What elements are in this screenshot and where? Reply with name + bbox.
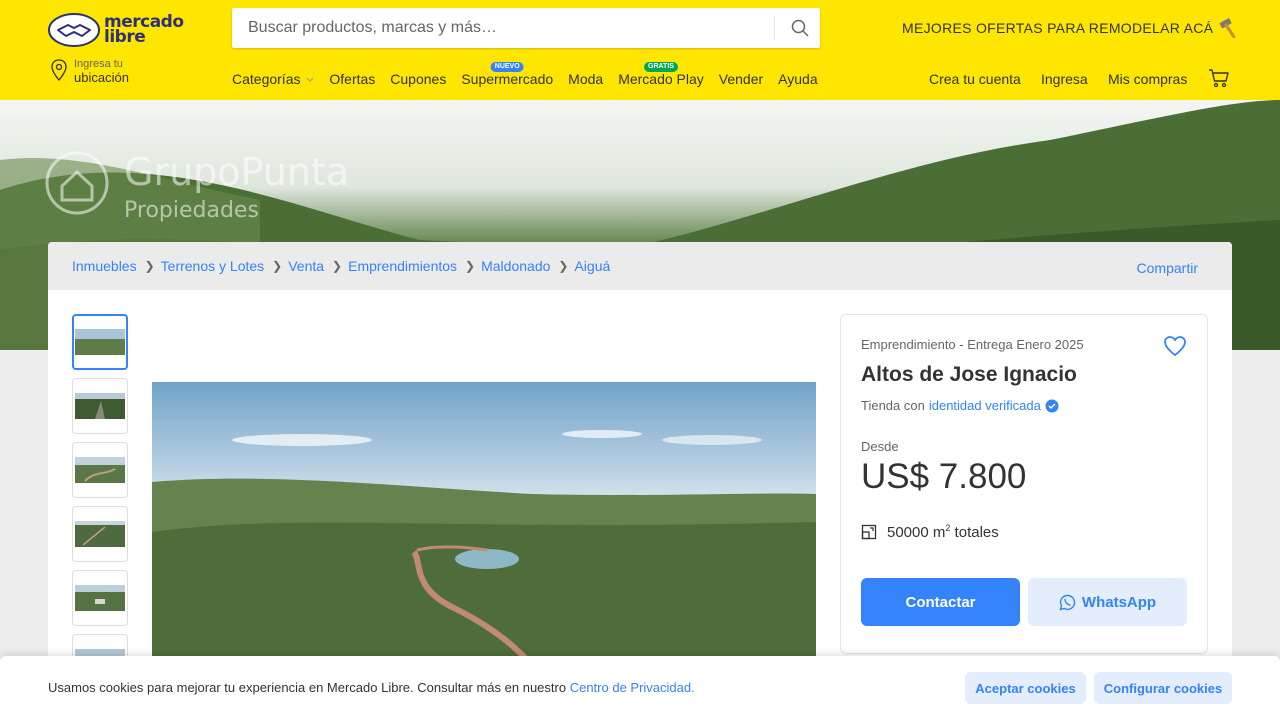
nuevo-badge: NUEVO [490,62,524,72]
chevron-down-icon [307,77,314,83]
watermark-title: GrupoPunta [124,150,350,194]
chevron-right-icon: ❯ [332,259,343,273]
gallery-thumbnails [72,314,128,698]
cart-button[interactable] [1208,68,1230,93]
listing-info-panel: Emprendimiento - Entrega Enero 2025 Alto… [840,314,1208,654]
mercadolibre-logo[interactable]: mercado libre [48,10,188,50]
location-hint: Ingresa tu [74,58,123,70]
listing-title: Altos de Jose Ignacio [861,363,1077,386]
login-link[interactable]: Ingresa [1041,71,1088,87]
logo-text: mercado libre [104,12,184,47]
search-button[interactable] [780,8,820,48]
create-account-link[interactable]: Crea tu cuenta [929,71,1021,87]
nav-ayuda[interactable]: Ayuda [778,71,817,87]
area-text: 50000 m2 totales [887,523,999,541]
cookie-banner: Usamos cookies para mejorar tu experienc… [0,656,1280,720]
total-area: 50000 m2 totales [861,523,999,541]
location-label: ubicación [74,70,129,85]
breadcrumb-maldonado[interactable]: Maldonado [481,258,550,274]
breadcrumb-aigua[interactable]: Aiguá [574,258,610,274]
search-bar [232,8,820,48]
breadcrumb: Inmuebles ❯ Terrenos y Lotes ❯ Venta ❯ E… [48,242,1232,290]
search-icon [791,19,809,37]
whatsapp-label: WhatsApp [1081,593,1157,611]
my-purchases-link[interactable]: Mis compras [1108,71,1187,87]
share-link[interactable]: Compartir [1137,260,1198,276]
chevron-right-icon: ❯ [558,259,569,273]
whatsapp-icon [1059,594,1076,610]
privacy-center-link[interactable]: Centro de Privacidad. [570,680,695,695]
seller-prefix: Tienda con [861,398,925,413]
gratis-badge: GRATIS [644,62,678,72]
breadcrumb-venta[interactable]: Venta [288,258,324,274]
favorite-button[interactable] [1163,335,1187,362]
nav-cupones[interactable]: Cupones [390,71,446,87]
accept-cookies-button[interactable]: Aceptar cookies [965,672,1086,704]
search-divider [774,16,775,40]
listing-subtitle: Emprendimiento - Entrega Enero 2025 [861,337,1084,352]
area-icon [861,524,877,540]
handshake-logo-icon [48,13,100,47]
configure-cookies-button[interactable]: Configurar cookies [1094,672,1232,704]
gallery-thumbnail[interactable] [72,570,128,626]
gallery-thumbnail[interactable] [72,506,128,562]
breadcrumb-inmuebles[interactable]: Inmuebles [72,258,137,274]
watermark-subtitle: Propiedades [124,198,259,223]
thumbnail-image [75,457,125,483]
chevron-right-icon: ❯ [465,259,476,273]
chevron-right-icon: ❯ [144,259,155,273]
gallery-thumbnail[interactable] [72,314,128,370]
promo-banner-link[interactable]: MEJORES OFERTAS PARA REMODELAR ACÁ [902,18,1239,38]
hammer-icon [1219,18,1236,38]
thumbnail-image [75,585,125,611]
breadcrumb-emprendimientos[interactable]: Emprendimientos [348,258,457,274]
gallery-thumbnail[interactable] [72,378,128,434]
verified-badge-icon [1045,399,1059,412]
price-from-label: Desde [861,439,899,454]
nav-moda[interactable]: Moda [568,71,603,87]
nav-ofertas[interactable]: Ofertas [329,71,375,87]
breadcrumb-terrenos[interactable]: Terrenos y Lotes [161,258,265,274]
thumbnail-image [75,329,125,355]
location-selector[interactable]: Ingresa tu ubicación [50,58,129,85]
location-pin-icon [51,59,67,81]
grupopunta-logo-icon [45,151,109,215]
heart-icon [1164,336,1186,357]
cookie-message: Usamos cookies para mejorar tu experienc… [48,680,695,695]
seller-info: Tienda con identidad verificada [861,398,1059,413]
store-watermark: GrupoPunta Propiedades [44,146,349,225]
search-input[interactable] [232,8,772,48]
verified-identity-link[interactable]: identidad verificada [929,398,1041,413]
chevron-right-icon: ❯ [272,259,283,273]
whatsapp-button[interactable]: WhatsApp [1028,578,1187,626]
nav-categorias[interactable]: Categorías [232,71,314,87]
gallery-thumbnail[interactable] [72,442,128,498]
cart-icon [1209,69,1229,88]
contact-button[interactable]: Contactar [861,578,1020,626]
thumbnail-image [75,521,125,547]
promo-text: MEJORES OFERTAS PARA REMODELAR ACÁ [902,20,1214,36]
price: US$ 7.800 [861,457,1027,496]
nav-supermercado[interactable]: NUEVO Supermercado [461,62,553,87]
main-nav: Categorías Ofertas Cupones NUEVO Superme… [232,62,833,87]
nav-vender[interactable]: Vender [719,71,763,87]
thumbnail-image [75,393,125,419]
site-header: mercado libre MEJORES OFERTAS PARA REMOD… [0,0,1280,100]
listing-card: Inmuebles ❯ Terrenos y Lotes ❯ Venta ❯ E… [48,242,1232,720]
nav-mercado-play[interactable]: GRATIS Mercado Play [618,62,704,87]
